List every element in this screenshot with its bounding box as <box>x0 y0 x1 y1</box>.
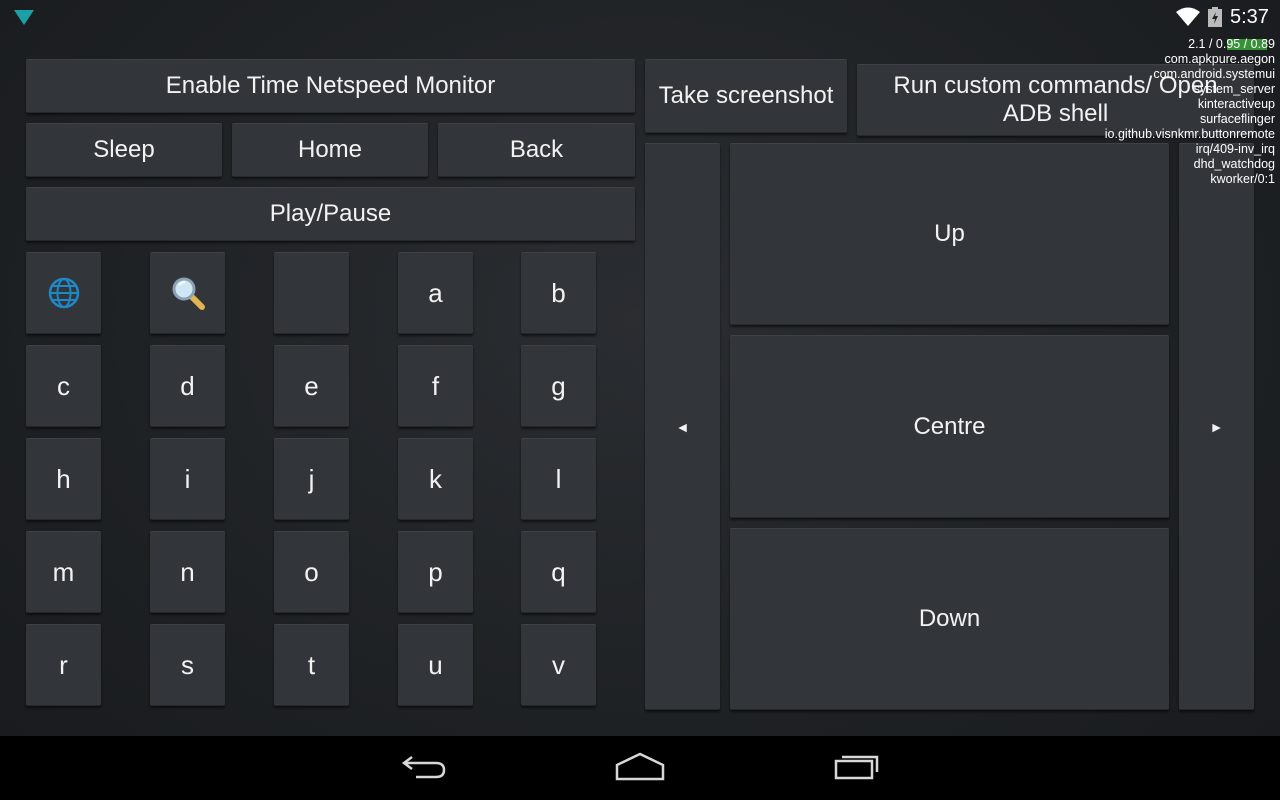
key-d[interactable]: d <box>150 345 225 427</box>
key-e[interactable]: e <box>274 345 349 427</box>
take-screenshot-button[interactable]: Take screenshot <box>645 59 847 133</box>
key-h[interactable]: h <box>26 438 101 520</box>
dpad-centre-button[interactable]: Centre <box>730 335 1169 518</box>
key-t[interactable]: t <box>274 624 349 706</box>
status-time: 5:37 <box>1230 6 1269 28</box>
cpu-load-text: 2.1 / 0.95 / 0.89 <box>1188 37 1275 51</box>
key-r[interactable]: r <box>26 624 101 706</box>
globe-key[interactable] <box>26 252 101 334</box>
dpad-down-button[interactable]: Down <box>730 528 1169 710</box>
back-button[interactable]: Back <box>438 123 635 177</box>
process-name: kinteractiveup <box>1197 97 1275 111</box>
key-b[interactable]: b <box>521 252 596 334</box>
status-bar: 5:37 <box>0 0 1280 36</box>
key-q[interactable]: q <box>521 531 596 613</box>
netspeed-monitor-button[interactable]: Enable Time Netspeed Monitor <box>26 59 635 113</box>
key-s[interactable]: s <box>150 624 225 706</box>
process-name: com.android.systemui <box>1153 67 1275 81</box>
key-i[interactable]: i <box>150 438 225 520</box>
blank-key[interactable] <box>274 252 349 334</box>
dpad-right-button[interactable]: ► <box>1179 143 1254 710</box>
dpad-up-button[interactable]: Up <box>730 143 1169 325</box>
play-pause-button[interactable]: Play/Pause <box>26 187 635 241</box>
key-a[interactable]: a <box>398 252 473 334</box>
key-f[interactable]: f <box>398 345 473 427</box>
wifi-icon <box>1176 7 1200 27</box>
cpu-usage-overlay: 2.1 / 0.95 / 0.89 com.apkpure.aegon com.… <box>1105 37 1275 187</box>
key-l[interactable]: l <box>521 438 596 520</box>
key-j[interactable]: j <box>274 438 349 520</box>
key-g[interactable]: g <box>521 345 596 427</box>
recents-icon <box>833 751 881 786</box>
process-name: io.github.visnkmr.buttonremote <box>1104 127 1275 141</box>
key-p[interactable]: p <box>398 531 473 613</box>
process-name: com.apkpure.aegon <box>1164 52 1276 66</box>
search-icon <box>171 276 205 310</box>
dpad-left-button[interactable]: ◄ <box>645 143 720 710</box>
process-name: system_server <box>1193 82 1275 96</box>
process-name: irq/409-inv_irq <box>1195 142 1275 156</box>
home-button[interactable]: Home <box>232 123 428 177</box>
nav-home-button[interactable] <box>610 748 670 788</box>
key-n[interactable]: n <box>150 531 225 613</box>
key-u[interactable]: u <box>398 624 473 706</box>
key-k[interactable]: k <box>398 438 473 520</box>
search-key[interactable] <box>150 252 225 334</box>
process-name: kworker/0:1 <box>1210 172 1275 186</box>
key-o[interactable]: o <box>274 531 349 613</box>
nav-back-button[interactable] <box>394 748 454 788</box>
signal-triangle-icon <box>13 8 35 26</box>
globe-icon <box>47 276 81 310</box>
key-m[interactable]: m <box>26 531 101 613</box>
home-icon <box>615 751 665 786</box>
process-name: surfaceflinger <box>1199 112 1275 126</box>
process-name: dhd_watchdog <box>1193 157 1275 171</box>
nav-recents-button[interactable] <box>827 748 887 788</box>
navigation-bar <box>0 736 1280 800</box>
sleep-button[interactable]: Sleep <box>26 123 222 177</box>
key-v[interactable]: v <box>521 624 596 706</box>
battery-charging-icon <box>1208 7 1222 27</box>
back-arrow-icon <box>400 751 448 786</box>
key-c[interactable]: c <box>26 345 101 427</box>
